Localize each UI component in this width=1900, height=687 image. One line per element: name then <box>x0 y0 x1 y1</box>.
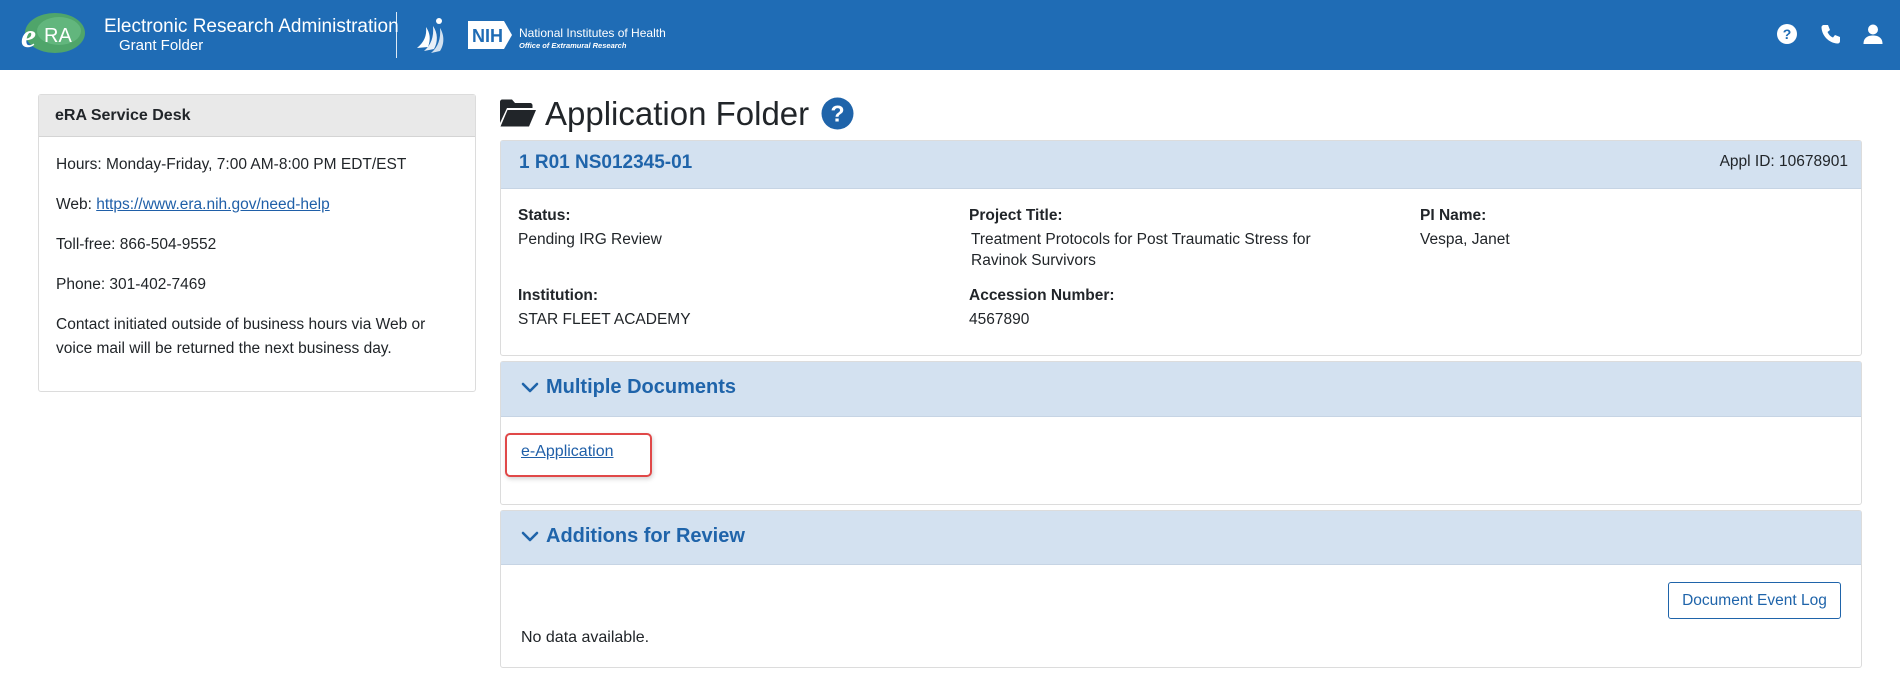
status-value: Pending IRG Review <box>518 231 662 248</box>
pi-name-label: PI Name: <box>1420 207 1487 224</box>
appl-id: Appl ID: 10678901 <box>1719 153 1848 170</box>
service-desk-phone: Phone: 301-402-7469 <box>56 276 206 293</box>
web-label: Web: <box>56 196 97 213</box>
nih-office: Office of Extramural Research <box>519 41 627 50</box>
nih-logo: NIH <box>468 21 512 49</box>
additions-for-review-panel: Additions for Review <box>500 510 1862 668</box>
chevron-down-icon[interactable] <box>521 530 539 544</box>
app-title: Electronic Research Administration <box>104 16 399 37</box>
help-icon[interactable]: ? <box>1776 23 1798 45</box>
svg-text:?: ? <box>1783 26 1792 42</box>
additions-for-review-header[interactable]: Additions for Review <box>501 511 1861 565</box>
folder-open-icon <box>500 99 536 127</box>
multiple-documents-panel: Multiple Documents <box>500 361 1862 505</box>
multiple-documents-title: Multiple Documents <box>546 376 737 398</box>
e-application-link[interactable]: e-Application <box>521 443 614 461</box>
svg-text:?: ? <box>830 101 844 127</box>
service-desk-note-line1: Contact initiated outside of business ho… <box>56 316 426 333</box>
service-desk-hours: Hours: Monday-Friday, 7:00 AM-8:00 PM ED… <box>56 156 407 173</box>
nih-name: National Institutes of Health <box>519 26 666 40</box>
application-summary-panel: 1 R01 NS012345-01 Appl ID: 10678901 Stat… <box>500 140 1862 356</box>
era-logo[interactable]: e RA <box>19 11 85 55</box>
page-title: Application Folder <box>545 95 810 132</box>
institution-value: STAR FLEET ACADEMY <box>518 311 691 328</box>
multiple-documents-header[interactable]: Multiple Documents <box>501 362 1861 417</box>
top-navbar: e RA Electronic Research Administration … <box>0 0 1900 70</box>
accession-number-label: Accession Number: <box>969 287 1115 304</box>
service-desk-tollfree: Toll-free: 866-504-9552 <box>56 236 217 253</box>
service-desk-web: Web: https://www.era.nih.gov/need-help <box>56 193 330 217</box>
institution-label: Institution: <box>518 287 599 304</box>
no-data-message: No data available. <box>521 629 650 646</box>
grant-number: 1 R01 NS012345-01 <box>519 152 693 173</box>
need-help-link[interactable]: https://www.era.nih.gov/need-help <box>96 196 330 213</box>
pi-name-value: Vespa, Janet <box>1420 231 1510 248</box>
chevron-down-icon[interactable] <box>521 381 539 395</box>
service-desk-title: eRA Service Desk <box>39 95 475 137</box>
hhs-eagle-icon <box>417 18 444 53</box>
status-label: Status: <box>518 207 571 224</box>
project-title-line2: Ravinok Survivors <box>971 252 1096 269</box>
accession-number-value: 4567890 <box>969 311 1030 328</box>
era-logo-e: e <box>21 18 36 55</box>
project-title-line1: Treatment Protocols for Post Traumatic S… <box>971 231 1311 248</box>
phone-icon[interactable] <box>1820 23 1842 45</box>
page-help-icon[interactable]: ? <box>821 97 854 130</box>
additions-for-review-title: Additions for Review <box>546 525 745 547</box>
header-divider <box>396 12 397 58</box>
service-desk-card: eRA Service Desk Hours: Monday-Friday, 7… <box>38 94 476 392</box>
service-desk-note-line2: voice mail will be returned the next bus… <box>56 340 392 357</box>
era-logo-ra: RA <box>44 25 72 47</box>
user-icon[interactable] <box>1862 23 1884 45</box>
project-title-label: Project Title: <box>969 207 1063 224</box>
svg-text:NIH: NIH <box>472 26 503 46</box>
application-header: 1 R01 NS012345-01 Appl ID: 10678901 <box>501 141 1861 189</box>
document-event-log-button[interactable]: Document Event Log <box>1668 582 1841 619</box>
app-subtitle: Grant Folder <box>119 37 204 54</box>
